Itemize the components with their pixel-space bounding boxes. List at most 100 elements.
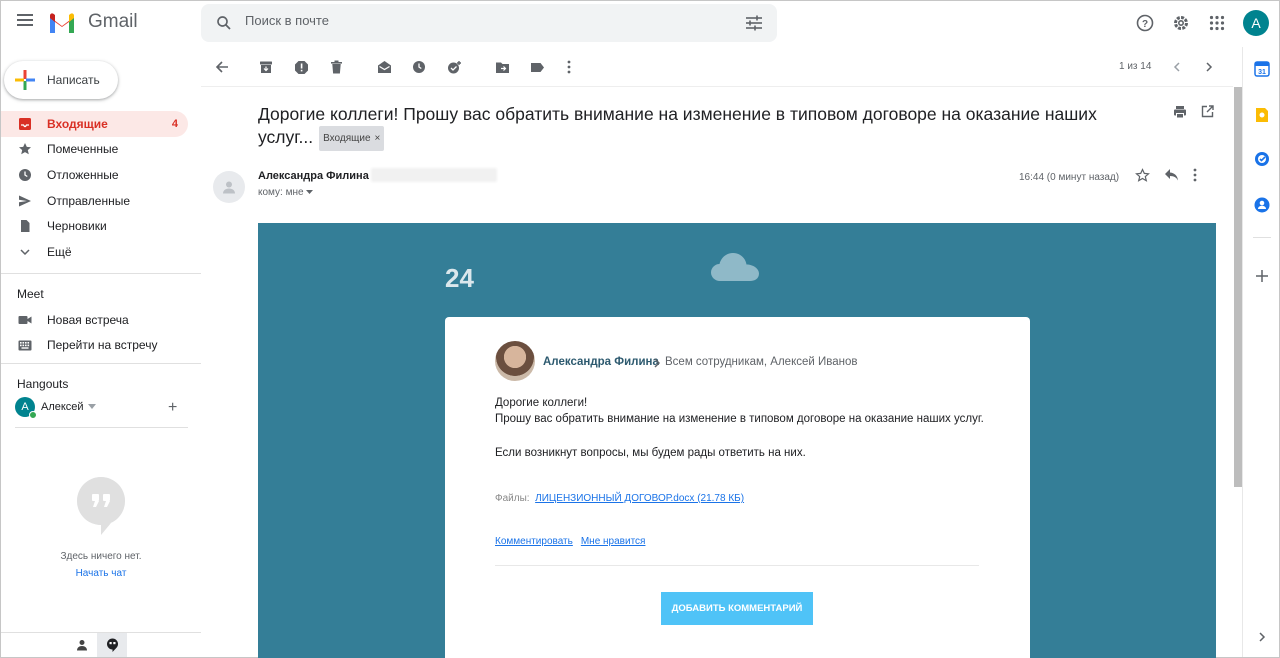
nav-label: Отложенные bbox=[47, 167, 119, 182]
search-bar[interactable] bbox=[201, 4, 777, 42]
pager-count: 1 из 14 bbox=[1119, 61, 1152, 72]
nav-item-join-meeting[interactable]: Перейти на встречу bbox=[1, 333, 201, 359]
message-time: 16:44 (0 минут назад) bbox=[1019, 172, 1120, 183]
recipients-line[interactable]: кому: мне bbox=[258, 187, 314, 198]
hangouts-user-name: Алексей bbox=[41, 401, 84, 413]
caret-down-icon[interactable] bbox=[87, 404, 96, 410]
back-arrow-icon[interactable] bbox=[213, 58, 231, 76]
inbox-icon bbox=[17, 116, 33, 132]
search-options-icon[interactable] bbox=[745, 15, 763, 31]
contacts-person-icon[interactable] bbox=[67, 633, 97, 657]
quote-bubble-icon bbox=[77, 477, 125, 535]
chevron-right-icon[interactable] bbox=[1200, 58, 1218, 76]
print-icon[interactable] bbox=[1173, 105, 1187, 124]
sender-avatar[interactable] bbox=[213, 171, 245, 203]
divider bbox=[495, 565, 979, 566]
cloud-icon bbox=[711, 253, 759, 281]
chevron-left-icon[interactable] bbox=[1168, 58, 1186, 76]
divider bbox=[1, 363, 201, 364]
more-vertical-icon[interactable] bbox=[1193, 168, 1197, 188]
online-status-dot bbox=[29, 411, 37, 419]
hangouts-section-title: Hangouts bbox=[17, 377, 69, 391]
email-body: 24 Александра Филина Всем сотрудникам, А… bbox=[258, 223, 1216, 658]
calendar-icon[interactable]: 31 bbox=[1254, 61, 1270, 77]
add-addon-plus-icon[interactable] bbox=[1254, 268, 1270, 284]
nav-item-inbox[interactable]: Входящие 4 bbox=[1, 111, 188, 137]
like-link[interactable]: Мне нравится bbox=[581, 536, 646, 547]
hangouts-avatar: A bbox=[15, 397, 37, 419]
settings-gear-icon[interactable] bbox=[1169, 11, 1193, 35]
delete-trash-icon[interactable] bbox=[327, 58, 345, 76]
mark-unread-icon[interactable] bbox=[375, 58, 393, 76]
person-icon bbox=[223, 181, 235, 194]
caret-down-icon[interactable] bbox=[306, 190, 314, 195]
nav-item-sent[interactable]: Отправленные bbox=[1, 188, 201, 214]
subject-actions bbox=[1173, 105, 1214, 124]
add-comment-button[interactable]: ДОБАВИТЬ КОММЕНТАРИЙ bbox=[661, 592, 813, 625]
star-outline-icon[interactable] bbox=[1135, 168, 1150, 188]
draft-icon bbox=[17, 218, 33, 234]
nav-label: Новая встреча bbox=[47, 312, 129, 327]
sender-email-redacted bbox=[371, 168, 497, 182]
divider bbox=[1, 273, 201, 274]
report-spam-icon[interactable] bbox=[292, 58, 310, 76]
archive-icon[interactable] bbox=[257, 58, 275, 76]
remove-label-icon[interactable]: × bbox=[375, 127, 381, 150]
compose-plus-icon bbox=[15, 70, 35, 90]
move-to-folder-icon[interactable] bbox=[493, 58, 511, 76]
meet-nav: Новая встреча Перейти на встречу bbox=[1, 307, 201, 358]
meet-section-title: Meet bbox=[17, 287, 44, 301]
hangouts-user[interactable]: A Алексей bbox=[15, 397, 96, 419]
mail-nav: Входящие 4 Помеченные Отложенные Отправл… bbox=[1, 111, 201, 265]
search-input[interactable] bbox=[245, 13, 725, 28]
help-icon[interactable]: ? bbox=[1133, 11, 1157, 35]
sender-name[interactable]: Александра Филина bbox=[258, 170, 369, 182]
snooze-clock-icon[interactable] bbox=[410, 58, 428, 76]
search-icon[interactable] bbox=[215, 14, 233, 32]
clock-icon bbox=[17, 167, 33, 183]
contacts-icon[interactable] bbox=[1254, 197, 1270, 213]
hangouts-chat-icon[interactable] bbox=[97, 633, 127, 657]
nav-item-more[interactable]: Ещё bbox=[1, 239, 201, 265]
video-camera-icon bbox=[17, 312, 33, 328]
tasks-icon[interactable] bbox=[1254, 151, 1270, 167]
expand-panel-chevron-icon[interactable] bbox=[1254, 629, 1270, 645]
main-menu-icon[interactable] bbox=[13, 11, 37, 35]
open-new-window-icon[interactable] bbox=[1201, 105, 1214, 124]
nav-item-new-meeting[interactable]: Новая встреча bbox=[1, 307, 201, 333]
more-vertical-icon[interactable] bbox=[560, 58, 578, 76]
add-task-icon[interactable] bbox=[445, 58, 463, 76]
apps-grid-icon[interactable] bbox=[1205, 11, 1229, 35]
message-actions bbox=[1135, 168, 1197, 188]
scrollbar[interactable] bbox=[1234, 87, 1242, 487]
keyboard-icon bbox=[17, 337, 33, 353]
chevron-right-icon bbox=[654, 358, 660, 368]
comment-link[interactable]: Комментировать bbox=[495, 536, 573, 547]
divider bbox=[1253, 237, 1271, 238]
label-tag-icon[interactable] bbox=[528, 58, 546, 76]
svg-text:31: 31 bbox=[1258, 69, 1266, 76]
nav-label: Помеченные bbox=[47, 142, 119, 157]
nav-item-drafts[interactable]: Черновики bbox=[1, 213, 201, 239]
account-avatar[interactable]: A bbox=[1243, 10, 1269, 36]
compose-button[interactable]: Написать bbox=[4, 61, 118, 99]
app-name: Gmail bbox=[88, 11, 138, 32]
gmail-logo[interactable]: Gmail bbox=[48, 11, 138, 33]
message-toolbar: 1 из 14 bbox=[201, 47, 1233, 87]
nav-label: Перейти на встречу bbox=[47, 338, 158, 353]
post-files: Файлы: ЛИЦЕНЗИОННЫЙ ДОГОВОР.docx (21.78 … bbox=[495, 493, 744, 504]
start-chat-link[interactable]: Начать чат bbox=[41, 568, 161, 579]
nav-label: Черновики bbox=[47, 219, 107, 234]
nav-item-snoozed[interactable]: Отложенные bbox=[1, 162, 201, 188]
unread-count-badge: 4 bbox=[171, 117, 178, 130]
attachment-link[interactable]: ЛИЦЕНЗИОННЫЙ ДОГОВОР.docx (21.78 КБ) bbox=[535, 493, 744, 504]
divider bbox=[15, 427, 188, 428]
reply-icon[interactable] bbox=[1164, 168, 1179, 188]
post-author[interactable]: Александра Филина bbox=[543, 356, 659, 368]
files-label: Файлы: bbox=[495, 493, 530, 504]
nav-item-starred[interactable]: Помеченные bbox=[1, 137, 201, 163]
email-day-number: 24 bbox=[445, 263, 474, 293]
keep-notes-icon[interactable] bbox=[1254, 107, 1270, 123]
top-right-actions: ? A bbox=[1133, 10, 1269, 36]
new-chat-plus-icon[interactable]: + bbox=[168, 399, 177, 417]
